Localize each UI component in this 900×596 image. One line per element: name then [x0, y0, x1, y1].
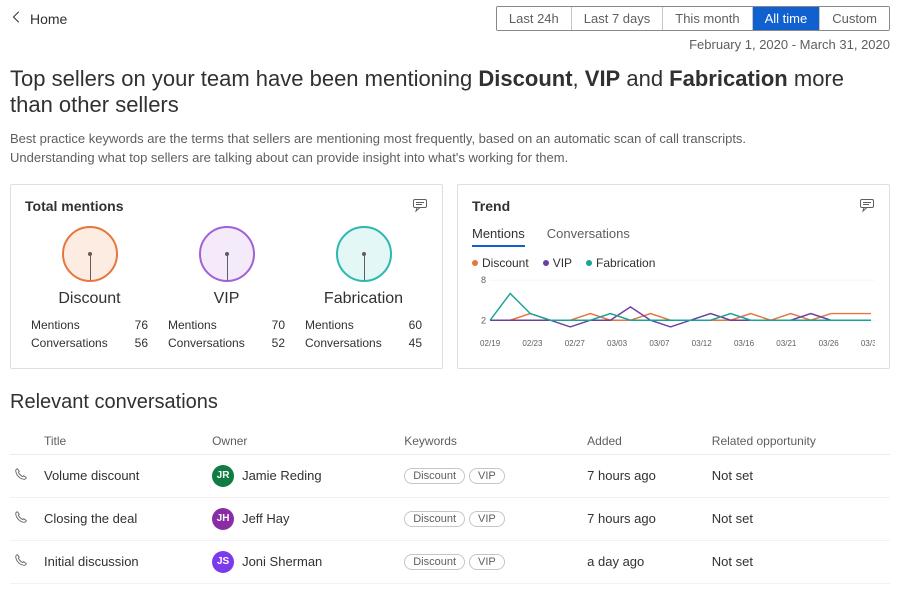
metric-name: Fabrication [299, 290, 428, 308]
phone-icon [14, 512, 28, 527]
trend-card: Trend Mentions Conversations Discount VI… [457, 184, 890, 369]
svg-text:03/26: 03/26 [819, 339, 840, 348]
col-owner: Owner [208, 428, 400, 455]
keyword-pill: Discount [404, 554, 465, 570]
comment-icon[interactable] [412, 197, 428, 216]
svg-text:03/07: 03/07 [649, 339, 670, 348]
chart-legend: Discount VIP Fabrication [472, 256, 875, 270]
trend-title: Trend [472, 198, 510, 214]
date-range-group: Last 24hLast 7 daysThis monthAll timeCus… [496, 6, 890, 31]
cell-title: Closing the deal [40, 497, 208, 540]
tab-conversations[interactable]: Conversations [547, 226, 630, 247]
cell-keywords: DiscountVIP [400, 540, 583, 583]
owner-name: Jeff Hay [242, 511, 289, 526]
keyword-pill: VIP [469, 468, 505, 484]
range-all-time[interactable]: All time [753, 7, 821, 30]
cell-added: 7 hours ago [583, 454, 708, 497]
cell-opportunity: Not set [708, 497, 890, 540]
cell-keywords: DiscountVIP [400, 454, 583, 497]
svg-text:8: 8 [481, 276, 486, 285]
home-link[interactable]: Home [10, 10, 67, 27]
page-subtext: Best practice keywords are the terms tha… [10, 130, 890, 168]
metric-discount: DiscountMentions76Conversations56 [25, 226, 154, 352]
phone-icon [14, 555, 28, 570]
svg-text:02/19: 02/19 [480, 339, 501, 348]
home-label: Home [30, 11, 67, 27]
phone-icon [14, 469, 28, 484]
range-this-month[interactable]: This month [663, 7, 752, 30]
svg-text:02/27: 02/27 [565, 339, 586, 348]
metric-fabrication: FabricationMentions60Conversations45 [299, 226, 428, 352]
cell-opportunity: Not set [708, 540, 890, 583]
keyword-pill: Discount [404, 468, 465, 484]
trend-line-chart: 2 8 02/19 02/23 02/27 03/03 03/07 03/12 03/16 03/… [472, 276, 875, 348]
svg-text:03/21: 03/21 [776, 339, 797, 348]
table-row[interactable]: Initial discussionJS Joni Sherman Discount… [10, 540, 890, 583]
avatar: JR [212, 465, 234, 487]
range-custom[interactable]: Custom [820, 7, 889, 30]
svg-text:03/12: 03/12 [692, 339, 713, 348]
svg-text:2: 2 [481, 315, 486, 325]
svg-text:03/03: 03/03 [607, 339, 628, 348]
svg-text:03/16: 03/16 [734, 339, 755, 348]
owner-name: Jamie Reding [242, 468, 322, 483]
owner-name: Joni Sherman [242, 554, 322, 569]
cell-title: Initial discussion [40, 540, 208, 583]
svg-text:03/31: 03/31 [861, 339, 875, 348]
cell-added: 7 hours ago [583, 497, 708, 540]
relevant-conversations-table: Title Owner Keywords Added Related oppor… [10, 428, 890, 584]
keyword-pill: Discount [404, 511, 465, 527]
avatar: JH [212, 508, 234, 530]
page-title: Top sellers on your team have been menti… [10, 66, 890, 118]
comment-icon[interactable] [859, 197, 875, 216]
range-last-7-days[interactable]: Last 7 days [572, 7, 664, 30]
total-mentions-card: Total mentions DiscountMentions76Convers… [10, 184, 443, 369]
col-opportunity: Related opportunity [708, 428, 890, 455]
metric-vip: VIPMentions70Conversations52 [162, 226, 291, 352]
cell-added: a day ago [583, 540, 708, 583]
svg-text:02/23: 02/23 [522, 339, 543, 348]
total-mentions-title: Total mentions [25, 198, 124, 214]
col-title: Title [40, 428, 208, 455]
avatar: JS [212, 551, 234, 573]
table-row[interactable]: Volume discountJR Jamie Reding DiscountVIP… [10, 454, 890, 497]
back-arrow-icon [10, 10, 24, 27]
keyword-pill: VIP [469, 554, 505, 570]
cell-opportunity: Not set [708, 454, 890, 497]
cell-keywords: DiscountVIP [400, 497, 583, 540]
date-range-display: February 1, 2020 - March 31, 2020 [10, 37, 890, 52]
relevant-conversations-title: Relevant conversations [10, 391, 890, 414]
table-row[interactable]: Closing the dealJHJeff HayDiscountVIP7 h… [10, 497, 890, 540]
tab-mentions[interactable]: Mentions [472, 226, 525, 247]
col-added: Added [583, 428, 708, 455]
cell-title: Volume discount [40, 454, 208, 497]
range-last-24h[interactable]: Last 24h [497, 7, 572, 30]
keyword-pill: VIP [469, 511, 505, 527]
metric-name: VIP [162, 290, 291, 308]
metric-name: Discount [25, 290, 154, 308]
col-keywords: Keywords [400, 428, 583, 455]
